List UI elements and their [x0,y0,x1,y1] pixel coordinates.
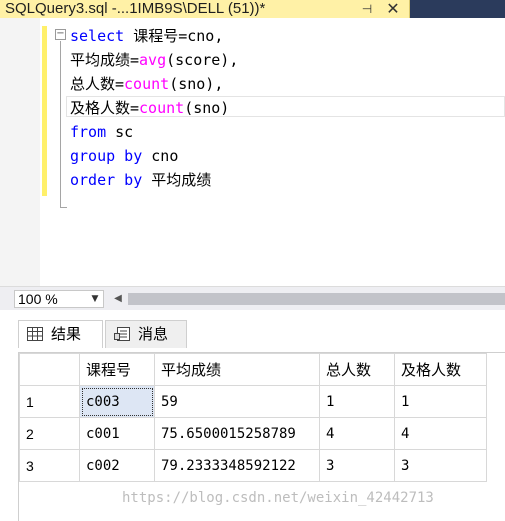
sql-text: (sno), [169,75,224,93]
table-cell[interactable]: 1 [319,385,395,418]
change-tracking-bar [42,26,47,196]
code-line[interactable]: select 课程号=cno, [70,24,223,48]
close-icon[interactable]: ✕ [384,0,402,18]
sql-function: count [139,99,185,117]
sql-text: 总人数= [70,75,125,93]
code-line[interactable]: 总人数=count(sno), [70,72,223,96]
outline-line [60,41,61,208]
code-line[interactable]: group by cno [70,144,178,168]
sql-text: 平均成绩 [142,171,212,189]
results-table: 课程号 平均成绩 总人数 及格人数 1 c003 59 1 1 2 c001 7… [19,353,487,482]
row-number[interactable]: 2 [19,417,80,450]
table-cell[interactable]: c002 [79,449,155,482]
column-header[interactable]: 及格人数 [394,353,487,386]
outline-end [60,207,67,208]
tab-messages[interactable]: 消息 [105,320,187,348]
row-number[interactable]: 1 [19,385,80,418]
sql-text: (score), [166,51,239,69]
sql-keyword: select [70,27,125,45]
column-header[interactable]: 平均成绩 [154,353,320,386]
table-cell[interactable]: 59 [154,385,320,418]
table-cell[interactable]: 4 [394,417,487,450]
sql-keyword: order by [70,171,143,189]
tab-results-label: 结果 [51,325,82,343]
document-tab-bar: SQLQuery3.sql -...1IMB9S\DELL (51))* ⊣ ✕ [0,0,505,18]
code-line[interactable]: from sc [70,120,133,144]
column-header[interactable]: 总人数 [319,353,395,386]
message-icon [114,327,130,341]
document-tab-title: SQLQuery3.sql -...1IMB9S\DELL (51))* [5,0,266,17]
tab-results[interactable]: 结果 [18,320,103,348]
table-row[interactable]: 3 c002 79.2333348592122 3 3 [19,449,487,482]
table-cell[interactable]: 3 [394,449,487,482]
watermark: https://blog.csdn.net/weixin_42442713 [122,490,434,506]
table-cell[interactable]: c003 [79,385,155,418]
row-number[interactable]: 3 [19,449,80,482]
code-line[interactable]: 平均成绩=avg(score), [70,48,238,72]
chevron-down-icon[interactable]: ▼ [89,291,101,307]
sql-text: 课程号=cno, [124,27,224,45]
sql-function: count [124,75,170,93]
table-cell[interactable]: 3 [319,449,395,482]
table-cell[interactable]: 75.6500015258789 [154,417,320,450]
editor-status-bar: 100 % ▼ ◀ [0,286,505,310]
table-row[interactable]: 1 c003 59 1 1 [19,385,487,418]
zoom-dropdown[interactable]: 100 % ▼ [14,290,104,308]
row-header-corner[interactable] [19,353,80,386]
code-line[interactable]: order by 平均成绩 [70,168,211,192]
editor-gutter [0,18,40,286]
query-editor[interactable]: − select 课程号=cno, 平均成绩=avg(score), 总人数=cou… [0,18,505,286]
sql-text: (sno) [184,99,230,117]
sql-text: 及格人数= [70,99,140,117]
sql-keyword: from [70,123,107,141]
code-line[interactable]: 及格人数=count(sno) [70,96,229,120]
tab-messages-label: 消息 [138,325,169,343]
scroll-left-icon[interactable]: ◀ [112,290,124,308]
table-header-row: 课程号 平均成绩 总人数 及格人数 [19,353,487,386]
document-tab[interactable]: SQLQuery3.sql -...1IMB9S\DELL (51))* ⊣ ✕ [0,0,410,18]
table-cell[interactable]: 1 [394,385,487,418]
table-cell[interactable]: c001 [79,417,155,450]
sql-text: sc [106,123,134,141]
column-header[interactable]: 课程号 [79,353,155,386]
sql-text: cno [142,147,179,165]
results-tab-strip: 结果 消息 [0,310,505,352]
grid-icon [27,327,43,341]
table-cell[interactable]: 79.2333348592122 [154,449,320,482]
sql-text: 平均成绩= [70,51,140,69]
pin-icon[interactable]: ⊣ [360,1,374,17]
table-cell[interactable]: 4 [319,417,395,450]
sql-keyword: group by [70,147,143,165]
collapse-icon[interactable]: − [55,29,66,40]
table-row[interactable]: 2 c001 75.6500015258789 4 4 [19,417,487,450]
horizontal-scrollbar-thumb[interactable] [128,293,505,305]
zoom-value: 100 % [18,291,58,307]
sql-function: avg [139,51,167,69]
